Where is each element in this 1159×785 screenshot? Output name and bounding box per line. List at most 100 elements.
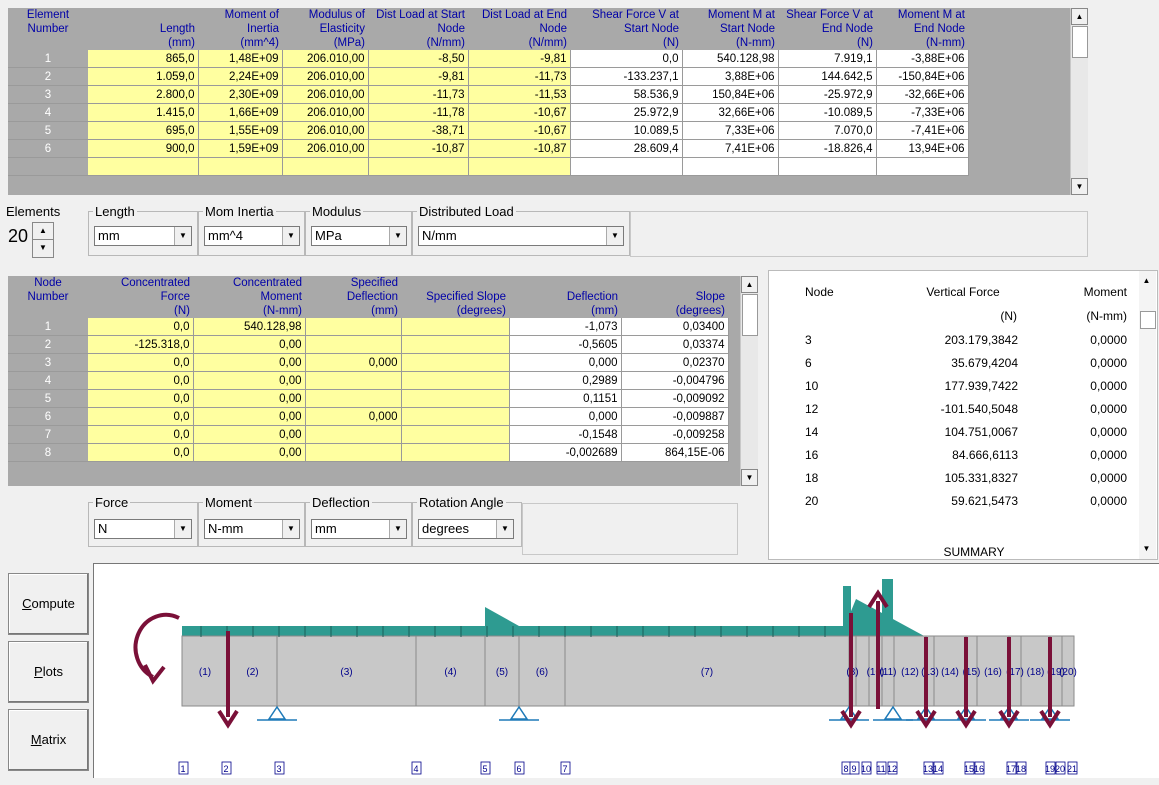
table-cell[interactable]: 1,48E+09 [198, 50, 283, 68]
table-cell[interactable]: -8,50 [368, 50, 469, 68]
distributed-load [182, 599, 926, 637]
table-cell[interactable]: 540.128,98 [193, 318, 306, 336]
spin-down-icon[interactable]: ▼ [33, 240, 53, 256]
scroll-thumb[interactable] [1140, 311, 1156, 329]
table-cell[interactable] [305, 425, 402, 444]
table-cell[interactable]: 0,00 [193, 335, 306, 354]
element-table-scrollbar[interactable]: ▲ ▼ [1070, 8, 1088, 195]
table-cell[interactable]: 1,55E+09 [198, 121, 283, 140]
table-cell[interactable]: 0,00 [193, 443, 306, 462]
table-cell[interactable] [401, 335, 510, 354]
table-cell[interactable]: 0,0 [88, 425, 194, 444]
chevron-down-icon[interactable]: ▼ [174, 520, 191, 538]
table-cell[interactable]: 206.010,00 [282, 103, 369, 122]
table-cell[interactable] [305, 318, 402, 336]
rotation-select[interactable]: degrees ▼ [418, 519, 514, 539]
table-cell[interactable]: 0,000 [305, 407, 402, 426]
modulus-select[interactable]: MPa ▼ [311, 226, 407, 246]
table-cell[interactable]: -10,87 [368, 139, 469, 158]
chevron-down-icon[interactable]: ▼ [282, 520, 299, 538]
table-cell[interactable] [401, 353, 510, 372]
elements-spinner[interactable]: ▲ ▼ [32, 222, 54, 258]
table-cell[interactable]: 2.800,0 [88, 85, 199, 104]
node-table-scrollbar[interactable]: ▲ ▼ [740, 276, 758, 486]
table-cell[interactable] [401, 389, 510, 408]
chevron-down-icon[interactable]: ▼ [174, 227, 191, 245]
table-cell[interactable]: 2,30E+09 [198, 85, 283, 104]
table-cell[interactable]: 0,00 [193, 425, 306, 444]
table-cell[interactable]: -38,71 [368, 121, 469, 140]
table-cell[interactable]: 0,0 [88, 443, 194, 462]
table-cell[interactable] [401, 443, 510, 462]
table-cell[interactable]: -11,73 [468, 67, 571, 86]
scroll-up-icon[interactable]: ▲ [1139, 273, 1154, 288]
scroll-down-icon[interactable]: ▼ [741, 469, 758, 486]
table-cell[interactable]: 1,66E+09 [198, 103, 283, 122]
table-cell[interactable]: 900,0 [88, 139, 199, 158]
table-cell[interactable] [305, 389, 402, 408]
table-cell[interactable] [305, 371, 402, 390]
table-cell[interactable]: 0,0 [88, 318, 194, 336]
table-cell[interactable]: -9,81 [468, 50, 571, 68]
table-cell[interactable]: -10,87 [468, 139, 571, 158]
table-cell[interactable]: 0,0 [88, 353, 194, 372]
table-cell[interactable]: 0,000 [305, 353, 402, 372]
chevron-down-icon[interactable]: ▼ [282, 227, 299, 245]
table-cell: 0,2989 [509, 371, 622, 390]
chevron-down-icon[interactable]: ▼ [496, 520, 513, 538]
table-cell[interactable]: -11,73 [368, 85, 469, 104]
table-cell[interactable]: -9,81 [368, 67, 469, 86]
table-cell[interactable]: 1.415,0 [88, 103, 199, 122]
table-cell[interactable]: 2,24E+09 [198, 67, 283, 86]
matrix-button[interactable]: Matrix [8, 709, 89, 771]
inertia-select[interactable]: mm^4 ▼ [204, 226, 300, 246]
length-select[interactable]: mm ▼ [94, 226, 192, 246]
scroll-thumb[interactable] [742, 294, 758, 336]
chevron-down-icon[interactable]: ▼ [389, 227, 406, 245]
chevron-down-icon[interactable]: ▼ [606, 227, 623, 245]
force-select[interactable]: N ▼ [94, 519, 192, 539]
table-cell[interactable]: -10,67 [468, 121, 571, 140]
table-cell[interactable] [305, 443, 402, 462]
distributed-load-select[interactable]: N/mm ▼ [418, 226, 624, 246]
scroll-down-icon[interactable]: ▼ [1071, 178, 1088, 195]
table-cell[interactable]: 206.010,00 [282, 50, 369, 68]
table-cell[interactable]: 0,00 [193, 353, 306, 372]
summary-col-node: Node [805, 285, 834, 299]
table-cell[interactable]: 206.010,00 [282, 139, 369, 158]
plots-button[interactable]: Plots [8, 641, 89, 703]
table-cell[interactable]: 1,59E+09 [198, 139, 283, 158]
compute-button[interactable]: Compute [8, 573, 89, 635]
scroll-thumb[interactable] [1072, 26, 1088, 58]
moment-select[interactable]: N-mm ▼ [204, 519, 300, 539]
table-cell[interactable]: 206.010,00 [282, 67, 369, 86]
table-cell[interactable] [305, 335, 402, 354]
table-cell[interactable]: 0,0 [88, 389, 194, 408]
scroll-up-icon[interactable]: ▲ [741, 276, 758, 293]
scroll-up-icon[interactable]: ▲ [1071, 8, 1088, 25]
table-cell[interactable]: 0,00 [193, 407, 306, 426]
table-cell[interactable]: 206.010,00 [282, 85, 369, 104]
table-cell[interactable]: 695,0 [88, 121, 199, 140]
table-cell[interactable]: -11,78 [368, 103, 469, 122]
table-cell[interactable] [401, 371, 510, 390]
table-cell[interactable]: 865,0 [88, 50, 199, 68]
table-cell[interactable]: 0,0 [88, 371, 194, 390]
table-cell[interactable]: -10,67 [468, 103, 571, 122]
table-cell[interactable]: 0,00 [193, 389, 306, 408]
summary-scrollbar[interactable]: ▲ ▼ [1139, 271, 1156, 559]
deflection-select[interactable]: mm ▼ [311, 519, 407, 539]
table-cell[interactable]: 1.059,0 [88, 67, 199, 86]
table-cell[interactable]: -11,53 [468, 85, 571, 104]
table-cell[interactable]: -125.318,0 [88, 335, 194, 354]
table-cell[interactable] [401, 407, 510, 426]
table-cell[interactable] [401, 425, 510, 444]
table-cell[interactable]: 206.010,00 [282, 121, 369, 140]
spin-up-icon[interactable]: ▲ [33, 223, 53, 240]
table-cell[interactable]: 0,00 [193, 371, 306, 390]
scroll-down-icon[interactable]: ▼ [1139, 541, 1154, 556]
chevron-down-icon[interactable]: ▼ [389, 520, 406, 538]
table-cell: -0,009258 [621, 425, 729, 444]
table-cell[interactable]: 0,0 [88, 407, 194, 426]
table-cell[interactable] [401, 318, 510, 336]
